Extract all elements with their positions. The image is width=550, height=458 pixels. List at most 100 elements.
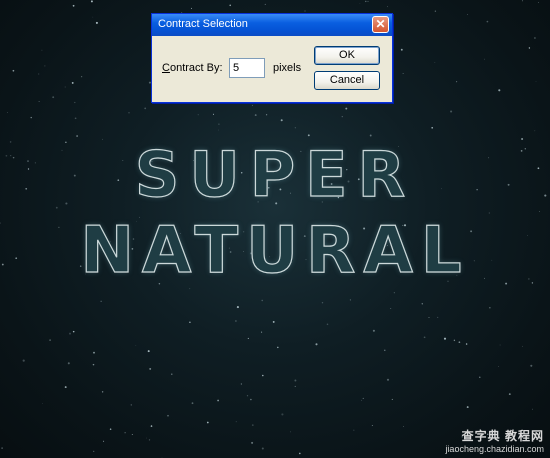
star-dot bbox=[458, 341, 461, 344]
star-dot bbox=[261, 331, 263, 333]
star-dot bbox=[235, 421, 237, 423]
star-dot bbox=[466, 406, 469, 409]
star-dot bbox=[148, 439, 151, 441]
star-dot bbox=[190, 7, 193, 9]
star-dot bbox=[12, 69, 15, 72]
star-dot bbox=[146, 437, 148, 439]
star-dot bbox=[450, 110, 453, 113]
star-dot bbox=[261, 447, 264, 450]
star-dot bbox=[315, 343, 318, 346]
dialog-titlebar[interactable]: Contract Selection ✕ bbox=[152, 14, 392, 36]
site-watermark: 查字典 教程网 jiaocheng.chazidian.com bbox=[445, 427, 544, 454]
star-dot bbox=[124, 432, 126, 434]
star-dot bbox=[72, 4, 75, 7]
star-dot bbox=[349, 299, 351, 301]
star-dot bbox=[372, 329, 375, 332]
star-dot bbox=[74, 117, 77, 120]
star-dot bbox=[402, 72, 404, 74]
star-dot bbox=[304, 10, 306, 12]
star-dot bbox=[217, 399, 219, 402]
watermark-url: jiaocheng.chazidian.com bbox=[445, 444, 544, 454]
star-dot bbox=[277, 346, 279, 349]
star-dot bbox=[359, 3, 361, 4]
star-dot bbox=[498, 366, 499, 368]
star-dot bbox=[212, 113, 215, 115]
star-dot bbox=[294, 379, 297, 382]
star-dot bbox=[71, 81, 74, 84]
star-dot bbox=[206, 421, 209, 424]
star-dot bbox=[218, 123, 220, 125]
star-dot bbox=[535, 81, 537, 82]
star-dot bbox=[499, 344, 501, 346]
star-dot bbox=[42, 403, 43, 404]
star-dot bbox=[197, 114, 199, 116]
star-dot bbox=[423, 336, 426, 339]
star-dot bbox=[101, 391, 104, 393]
star-dot bbox=[431, 126, 434, 129]
contract-by-label-text: ontract By: bbox=[169, 62, 223, 74]
star-dot bbox=[434, 62, 436, 64]
star-dot bbox=[365, 0, 367, 3]
star-dot bbox=[534, 130, 536, 132]
star-dot bbox=[528, 47, 531, 49]
star-dot bbox=[92, 363, 95, 366]
contract-amount-input[interactable] bbox=[229, 58, 265, 78]
star-dot bbox=[64, 86, 66, 88]
star-dot bbox=[428, 316, 430, 318]
star-dot bbox=[7, 112, 8, 113]
star-dot bbox=[384, 349, 386, 351]
cancel-button[interactable]: Cancel bbox=[314, 71, 380, 90]
star-dot bbox=[479, 376, 481, 378]
star-dot bbox=[521, 0, 524, 2]
star-dot bbox=[434, 10, 437, 12]
star-dot bbox=[453, 339, 456, 342]
star-dot bbox=[144, 107, 147, 110]
star-dot bbox=[229, 4, 231, 7]
star-dot bbox=[362, 397, 364, 399]
star-dot bbox=[421, 303, 423, 305]
star-dot bbox=[251, 441, 254, 444]
star-dot bbox=[465, 343, 468, 345]
close-icon: ✕ bbox=[375, 17, 386, 31]
star-dot bbox=[52, 96, 55, 99]
star-dot bbox=[264, 3, 266, 5]
star-dot bbox=[508, 393, 511, 395]
star-dot bbox=[131, 434, 133, 435]
star-dot bbox=[262, 374, 264, 377]
star-dot bbox=[298, 452, 301, 455]
star-dot bbox=[345, 107, 348, 110]
star-dot bbox=[272, 320, 275, 323]
star-dot bbox=[22, 359, 25, 362]
star-dot bbox=[67, 362, 70, 365]
star-dot bbox=[393, 292, 395, 294]
star-dot bbox=[391, 398, 393, 400]
star-dot bbox=[251, 104, 253, 106]
star-dot bbox=[280, 119, 283, 122]
star-dot bbox=[44, 65, 46, 67]
star-dot bbox=[539, 211, 540, 212]
contract-selection-dialog: Contract Selection ✕ Contract By: pixels… bbox=[151, 13, 393, 103]
star-dot bbox=[189, 288, 191, 290]
star-dot bbox=[466, 13, 468, 15]
star-dot bbox=[247, 337, 249, 339]
star-dot bbox=[147, 350, 150, 353]
ok-button[interactable]: OK bbox=[314, 46, 380, 65]
star-dot bbox=[281, 413, 284, 416]
star-dot bbox=[254, 114, 257, 117]
star-dot bbox=[367, 0, 369, 2]
star-dot bbox=[250, 398, 252, 401]
star-dot bbox=[403, 426, 404, 428]
star-dot bbox=[251, 424, 254, 426]
star-dot bbox=[530, 364, 533, 367]
star-dot bbox=[456, 81, 458, 83]
star-dot bbox=[236, 306, 239, 309]
star-dot bbox=[95, 21, 98, 24]
star-dot bbox=[387, 6, 388, 8]
star-dot bbox=[1, 447, 3, 449]
star-dot bbox=[390, 308, 392, 309]
star-dot bbox=[130, 404, 132, 406]
star-dot bbox=[321, 302, 324, 304]
close-button[interactable]: ✕ bbox=[372, 16, 389, 33]
star-dot bbox=[90, 0, 93, 3]
star-dot bbox=[64, 386, 67, 389]
